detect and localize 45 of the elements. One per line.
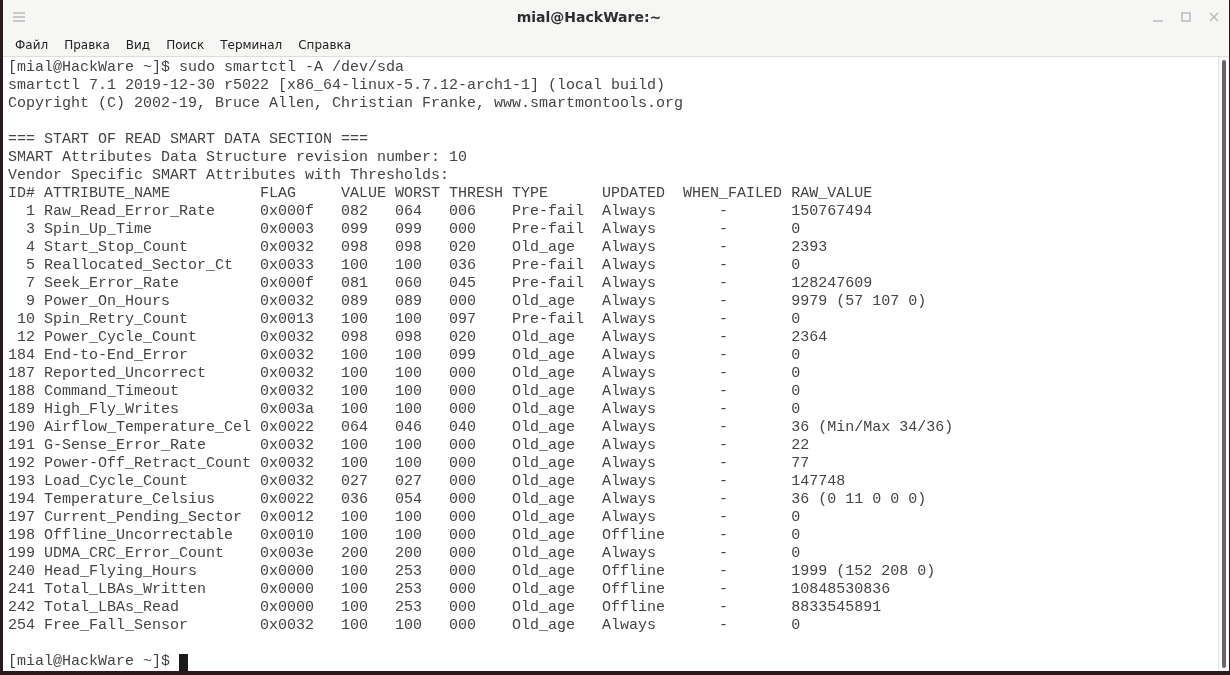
terminal-line: 199 UDMA_CRC_Error_Count 0x003e 200 200 000 Old_age Always - 0	[8, 545, 802, 563]
terminal-line: 1 Raw_Read_Error_Rate 0x000f 082 064 006 Pre-fail Always - 150767494	[25, 203, 874, 221]
menu-item[interactable]: Справка	[290, 38, 360, 52]
terminal-line: 192 Power-Off_Retract_Count 0x0032 100 100 000 Old_age Always - 77	[8, 455, 811, 473]
terminal-line: 240 Head_Flying_Hours 0x0000 100 253 000 Old_age Offline - 1999 (152 208 0)	[8, 563, 937, 581]
menu-item[interactable]: Вид	[117, 38, 159, 52]
maximize-icon[interactable]	[1181, 12, 1191, 22]
terminal-line: 188 Command_Timeout 0x0032 100 100 000 Old_age Always - 0	[8, 383, 802, 401]
terminal-line: === START OF READ SMART DATA SECTION ===	[8, 131, 370, 149]
terminal-line: 187 Reported_Uncorrect 0x0032 100 100 000 Old_age Always - 0	[8, 365, 802, 383]
terminal-line: [mial@HackWare ~]$ sudo smartctl -A /dev/sda	[8, 59, 406, 77]
scrollbar[interactable]	[1218, 57, 1229, 671]
menu-item[interactable]: Поиск	[158, 38, 213, 52]
close-icon[interactable]	[1209, 12, 1219, 22]
terminal-line: 9 Power_On_Hours 0x0032 089 089 000 Old_age Always - 9979 (57 107 0)	[25, 293, 928, 311]
terminal-line: 10 Spin_Retry_Count 0x0013 100 100 097 Pre-fail Always - 0	[16, 311, 802, 329]
shell-prompt: [mial@HackWare ~]$	[8, 653, 171, 671]
terminal-line: 198 Offline_Uncorrectable 0x0010 100 100 000 Old_age Offline - 0	[8, 527, 802, 545]
terminal-line: ID# ATTRIBUTE_NAME FLAG VALUE WORST THRESH TYPE UPDATED WHEN_FAILED RAW_VALUE	[8, 185, 874, 203]
terminal-line: 242 Total_LBAs_Read 0x0000 100 253 000 Old_age Offline - 8833545891	[8, 599, 883, 617]
menu-icon[interactable]	[13, 12, 25, 22]
scrollbar-thumb[interactable]	[1222, 60, 1226, 668]
terminal-line: 193 Load_Cycle_Count 0x0032 027 027 000 Old_age Always - 147748	[8, 473, 847, 491]
menu-item[interactable]: Терминал	[212, 38, 291, 52]
window-title: mial@HackWare:~	[516, 9, 662, 25]
text-cursor	[179, 653, 189, 671]
terminal-line: 5 Reallocated_Sector_Ct 0x0033 100 100 036 Pre-fail Always - 0	[25, 257, 802, 275]
terminal-line: 241 Total_LBAs_Written 0x0000 100 253 000 Old_age Offline - 10848530836	[8, 581, 892, 599]
terminal-line: 191 G-Sense_Error_Rate 0x0032 100 100 000 Old_age Always - 22	[8, 437, 811, 455]
terminal-line: 7 Seek_Error_Rate 0x000f 081 060 045 Pre-fail Always - 128247609	[25, 275, 874, 293]
terminal-line: 184 End-to-End_Error 0x0032 100 100 099 Old_age Always - 0	[8, 347, 802, 365]
terminal-line: 3 Spin_Up_Time 0x0003 099 099 000 Pre-fail Always - 0	[25, 221, 802, 239]
terminal-line: Copyright (C) 2002-19, Bruce Allen, Christian Franke, www.smartmontools.org	[8, 95, 685, 113]
terminal-line: 189 High_Fly_Writes 0x003a 100 100 000 Old_age Always - 0	[8, 401, 802, 419]
terminal-line: 254 Free_Fall_Sensor 0x0032 100 100 000 Old_age Always - 0	[8, 617, 802, 635]
terminal-line: SMART Attributes Data Structure revision number: 10	[8, 149, 469, 167]
terminal-line: 12 Power_Cycle_Count 0x0032 098 098 020 Old_age Always - 2364	[16, 329, 829, 347]
terminal-line: 4 Start_Stop_Count 0x0032 098 098 020 Old_age Always - 2393	[25, 239, 829, 257]
terminal-line: 197 Current_Pending_Sector 0x0012 100 100 000 Old_age Always - 0	[8, 509, 802, 527]
menu-item[interactable]: Файл	[7, 38, 57, 52]
terminal-line: Vendor Specific SMART Attributes with Thresholds:	[8, 167, 451, 185]
menu-item[interactable]: Правка	[56, 38, 118, 52]
terminal-line: smartctl 7.1 2019-12-30 r5022 [x86_64-linux-5.7.12-arch1-1] (local build)	[8, 77, 667, 95]
terminal-line: 190 Airflow_Temperature_Cel 0x0022 064 046 040 Old_age Always - 36 (Min/Max 34/36)	[8, 419, 955, 437]
terminal-line: 194 Temperature_Celsius 0x0022 036 054 000 Old_age Always - 36 (0 11 0 0 0)	[8, 491, 928, 509]
